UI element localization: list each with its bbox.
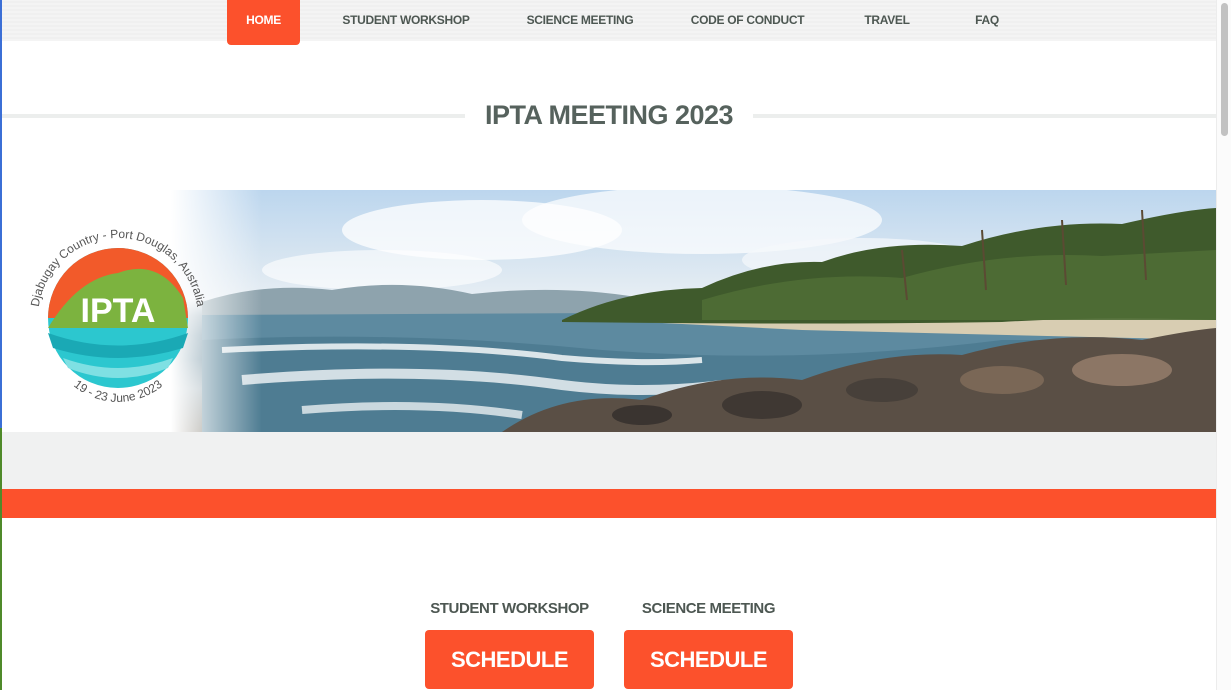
nav-item-travel[interactable]: TRAVEL <box>860 0 914 41</box>
nav-item-science-meeting[interactable]: SCIENCE MEETING <box>523 0 637 41</box>
science-meeting-schedule-button[interactable]: SCHEDULE <box>624 630 793 689</box>
page: HOME STUDENT WORKSHOP SCIENCE MEETING CO… <box>2 0 1216 690</box>
logo-center-text: IPTA <box>81 292 156 330</box>
science-meeting-heading: SCIENCE MEETING <box>641 600 776 617</box>
nav-item-faq[interactable]: FAQ <box>968 0 1006 41</box>
title-divider-right <box>753 114 1216 118</box>
student-workshop-heading: STUDENT WORKSHOP <box>430 600 589 617</box>
grey-band <box>2 432 1216 489</box>
page-title: IPTA MEETING 2023 <box>484 100 734 130</box>
top-navigation: HOME STUDENT WORKSHOP SCIENCE MEETING CO… <box>2 0 1216 45</box>
ipta-logo: IPTA Djabugay Country - Port Douglas, Au… <box>28 227 208 405</box>
scrollbar-thumb[interactable] <box>1221 3 1228 136</box>
student-workshop-schedule-button[interactable]: SCHEDULE <box>425 630 594 689</box>
nav-item-student-workshop[interactable]: STUDENT WORKSHOP <box>342 0 470 41</box>
title-divider-left <box>2 114 465 118</box>
nav-item-code-of-conduct[interactable]: CODE OF CONDUCT <box>689 0 806 41</box>
hero-banner: IPTA Djabugay Country - Port Douglas, Au… <box>2 190 1216 432</box>
orange-band <box>2 489 1216 518</box>
nav-item-home[interactable]: HOME <box>227 0 300 45</box>
vertical-scrollbar[interactable] <box>1216 0 1231 690</box>
